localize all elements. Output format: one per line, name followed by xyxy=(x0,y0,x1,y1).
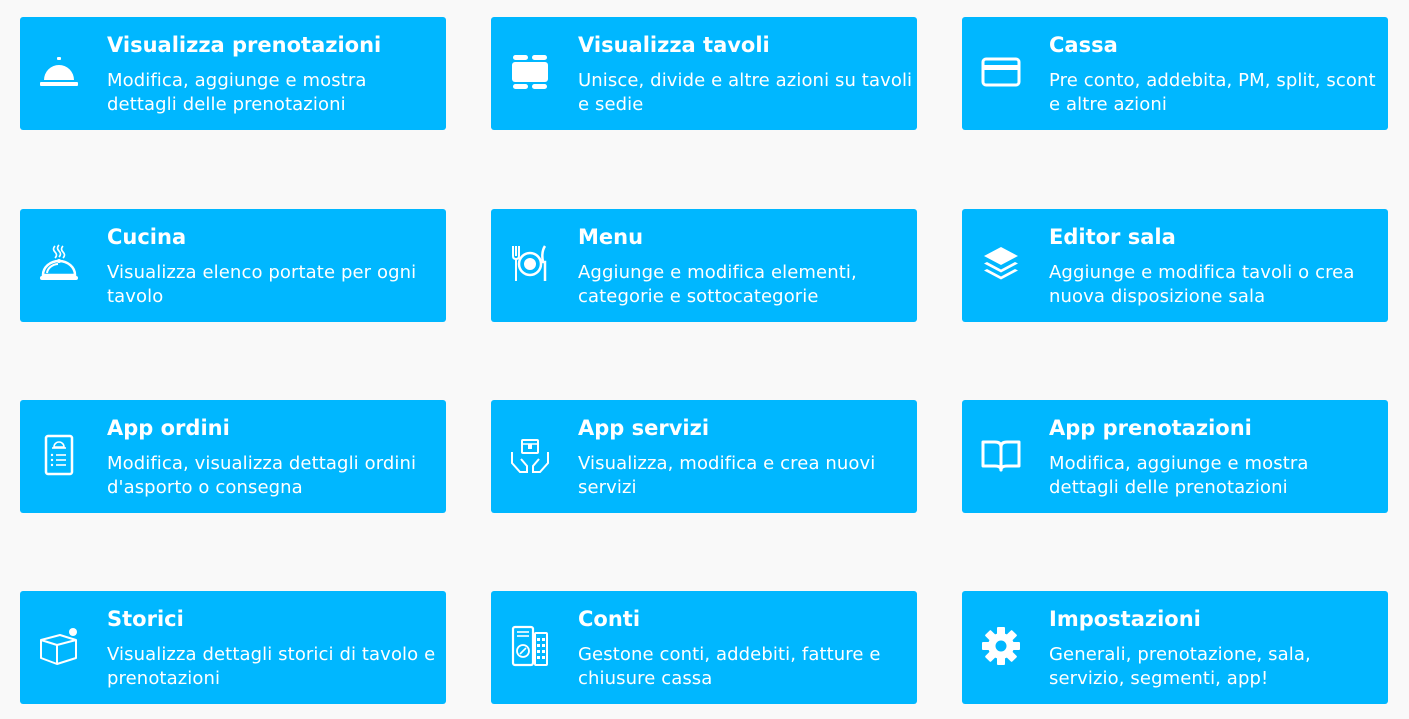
tile-editor-sala[interactable]: Editor sala Aggiunge e modifica tavoli o… xyxy=(962,209,1388,322)
tile-description: Modifica, visualizza dettagli ordini d'a… xyxy=(107,453,417,498)
tile-description: Aggiunge e modifica elementi, categorie … xyxy=(578,262,857,307)
tile-app-servizi[interactable]: App servizi Visualizza, modifica e crea … xyxy=(491,400,917,513)
tile-title: Visualizza tavoli xyxy=(578,33,770,57)
table-chairs-icon xyxy=(509,51,551,93)
order-receipt-icon xyxy=(38,434,80,476)
tile-app-ordini[interactable]: App ordini Modifica, visualizza dettagli… xyxy=(20,400,446,513)
tile-description: Visualizza, modifica e crea nuovi serviz… xyxy=(578,453,876,498)
tile-cucina[interactable]: Cucina Visualizza elenco portate per ogn… xyxy=(20,209,446,322)
tile-description: Gestone conti, addebiti, fatture e chius… xyxy=(578,644,881,689)
tile-title: App prenotazioni xyxy=(1049,416,1252,440)
tile-description: Modifica, aggiunge e mostra dettagli del… xyxy=(1049,453,1309,498)
gear-icon xyxy=(980,625,1022,667)
archive-box-icon xyxy=(38,625,80,667)
reception-bell-icon xyxy=(38,51,80,93)
tile-title: App servizi xyxy=(578,416,710,440)
tile-title: Cassa xyxy=(1049,33,1118,57)
tile-conti[interactable]: Conti Gestone conti, addebiti, fatture e… xyxy=(491,591,917,704)
tile-description: Visualizza elenco portate per ogni tavol… xyxy=(107,262,417,307)
tile-title: Conti xyxy=(578,607,641,631)
tile-title: Storici xyxy=(107,607,184,631)
calculator-receipt-icon xyxy=(509,625,551,667)
hands-box-icon xyxy=(509,434,551,476)
tile-visualizza-tavoli[interactable]: Visualizza tavoli Unisce, divide e altre… xyxy=(491,17,917,130)
credit-card-icon xyxy=(980,51,1022,93)
tile-title: Impostazioni xyxy=(1049,607,1201,631)
tile-title: Visualizza prenotazioni xyxy=(107,33,382,57)
tile-visualizza-prenotazioni[interactable]: Visualizza prenotazioni Modifica, aggiun… xyxy=(20,17,446,130)
tile-title: Editor sala xyxy=(1049,225,1176,249)
fork-plate-knife-icon xyxy=(509,243,551,285)
tile-description: Unisce, divide e altre azioni su tavoli … xyxy=(578,70,913,115)
tile-cassa[interactable]: Cassa Pre conto, addebita, PM, split, sc… xyxy=(962,17,1388,130)
tile-app-prenotazioni[interactable]: App prenotazioni Modifica, aggiunge e mo… xyxy=(962,400,1388,513)
tile-menu[interactable]: Menu Aggiunge e modifica elementi, categ… xyxy=(491,209,917,322)
tile-description: Aggiunge e modifica tavoli o crea nuova … xyxy=(1049,262,1355,307)
tile-description: Pre conto, addebita, PM, split, scont e … xyxy=(1049,70,1376,115)
tile-impostazioni[interactable]: Impostazioni Generali, prenotazione, sal… xyxy=(962,591,1388,704)
app-launcher-grid: Visualizza prenotazioni Modifica, aggiun… xyxy=(0,0,1409,719)
tile-description: Modifica, aggiunge e mostra dettagli del… xyxy=(107,70,367,115)
tile-title: Cucina xyxy=(107,225,187,249)
tile-title: App ordini xyxy=(107,416,230,440)
tile-title: Menu xyxy=(578,225,644,249)
tile-storici[interactable]: Storici Visualizza dettagli storici di t… xyxy=(20,591,446,704)
tile-description: Visualizza dettagli storici di tavolo e … xyxy=(107,644,436,689)
cloche-icon xyxy=(38,243,80,285)
layers-icon xyxy=(980,243,1022,285)
tile-description: Generali, prenotazione, sala, servizio, … xyxy=(1049,644,1311,689)
open-book-icon xyxy=(980,434,1022,476)
